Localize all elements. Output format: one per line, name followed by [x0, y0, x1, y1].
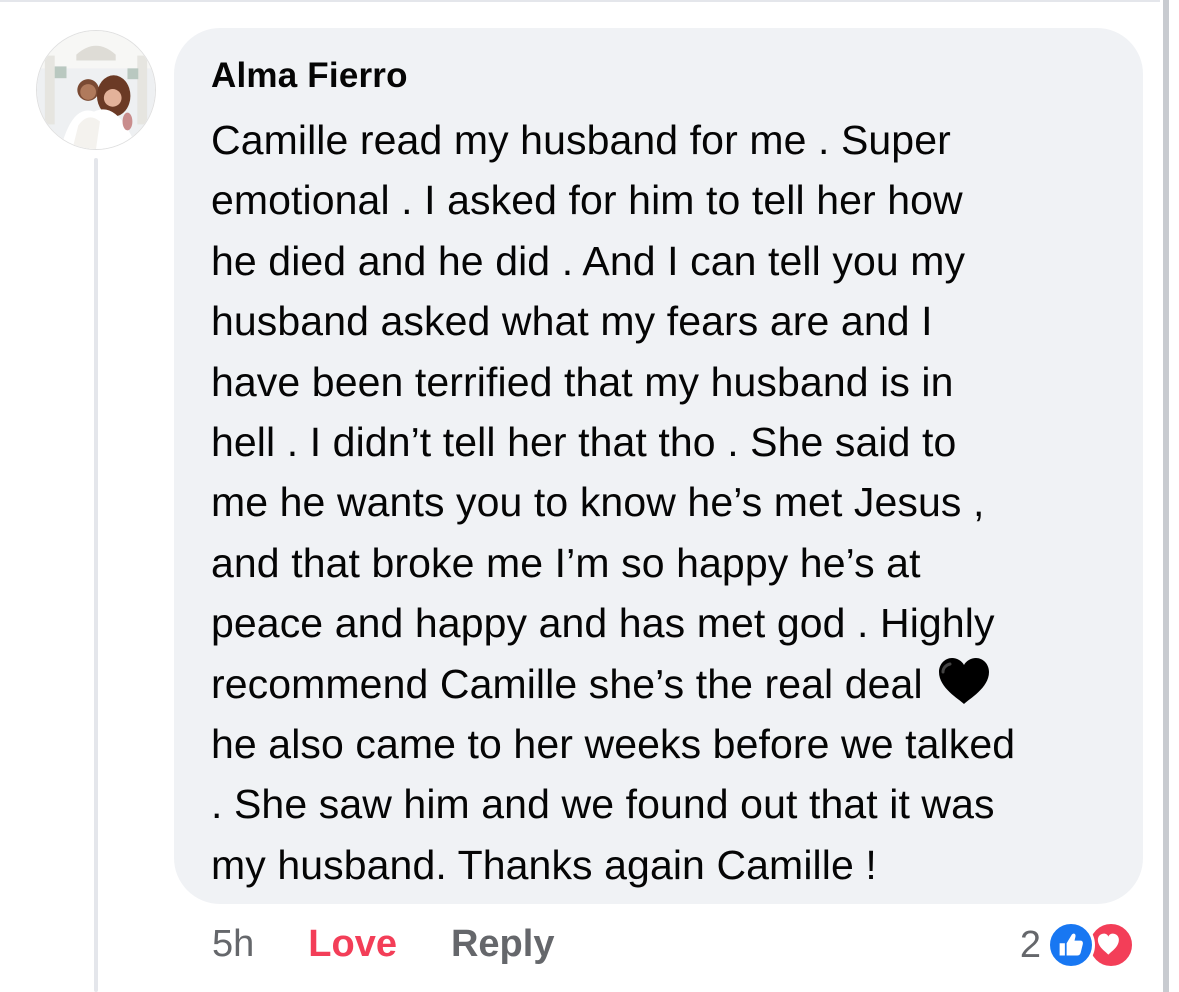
reaction-icons	[1047, 921, 1143, 969]
comment-text-part-2: he also came to her weeks before we talk…	[211, 721, 1016, 888]
top-divider	[0, 0, 1160, 2]
comment-bubble: Alma Fierro Camille read my husband for …	[174, 28, 1143, 904]
scrollbar[interactable]	[1163, 0, 1169, 992]
reactions-summary[interactable]: 2	[1020, 920, 1143, 970]
comment-actions: 5h Love Reply	[212, 920, 554, 968]
comment-screen: Alma Fierro Camille read my husband for …	[0, 0, 1179, 992]
thread-line	[94, 158, 98, 992]
like-icon	[1047, 921, 1095, 969]
avatar[interactable]	[36, 30, 156, 150]
black-heart-icon	[939, 657, 990, 704]
comment-text-part-1: Camille read my husband for me . Super e…	[211, 117, 995, 707]
reply-button[interactable]: Reply	[451, 923, 554, 966]
reaction-count: 2	[1019, 923, 1041, 966]
avatar-photo-icon	[37, 31, 155, 149]
comment-timestamp[interactable]: 5h	[212, 923, 254, 966]
love-button[interactable]: Love	[308, 923, 397, 966]
comment-text: Camille read my husband for me . Super e…	[211, 110, 1119, 895]
comment-author[interactable]: Alma Fierro	[211, 56, 1119, 96]
